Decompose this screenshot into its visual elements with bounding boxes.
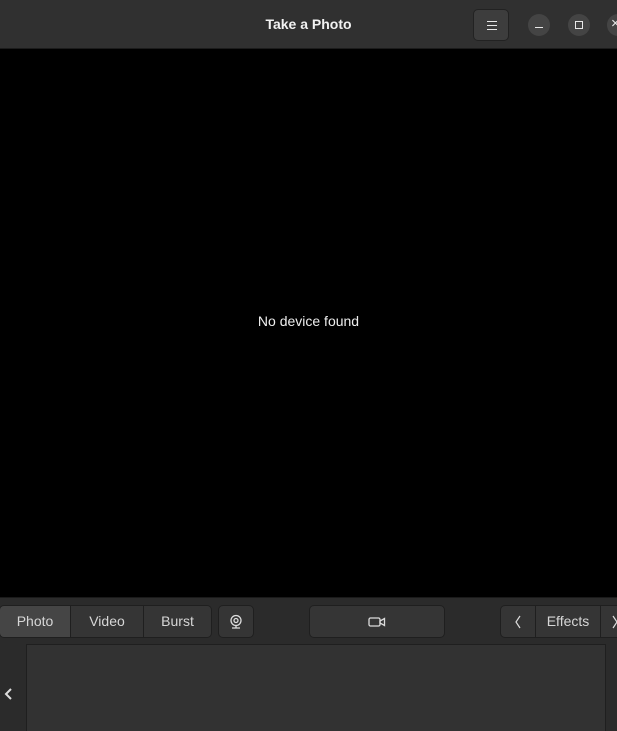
mode-video-button[interactable]: Video [71, 606, 144, 637]
effects-button[interactable]: Effects [535, 605, 601, 638]
minimize-button[interactable] [528, 14, 550, 36]
effects-next-button[interactable] [600, 605, 617, 638]
video-camera-icon [368, 616, 386, 627]
maximize-button[interactable] [568, 14, 590, 36]
no-device-message: No device found [257, 313, 360, 329]
mode-burst-button[interactable]: Burst [144, 606, 211, 637]
chevron-left-icon [515, 615, 521, 628]
thumbnail-strip [0, 643, 617, 731]
chevron-right-icon [612, 615, 617, 628]
webcam-toggle-button[interactable] [218, 605, 254, 638]
camera-viewport: No device found [0, 49, 617, 597]
mode-photo-button[interactable]: Photo [0, 606, 71, 637]
webcam-icon [230, 614, 242, 629]
effects-prev-button[interactable] [500, 605, 536, 638]
chevron-left-icon[interactable] [3, 687, 15, 701]
capture-toolbar: Photo Video Burst Effects [0, 597, 617, 643]
main-menu-button[interactable] [473, 9, 509, 41]
mode-switcher: Photo Video Burst [0, 605, 212, 638]
title-bar: Take a Photo [0, 0, 617, 49]
take-video-button[interactable] [309, 605, 445, 638]
hamburger-menu-icon [487, 21, 497, 30]
thumbnail-gallery[interactable] [26, 644, 606, 731]
window-title: Take a Photo [265, 16, 352, 32]
